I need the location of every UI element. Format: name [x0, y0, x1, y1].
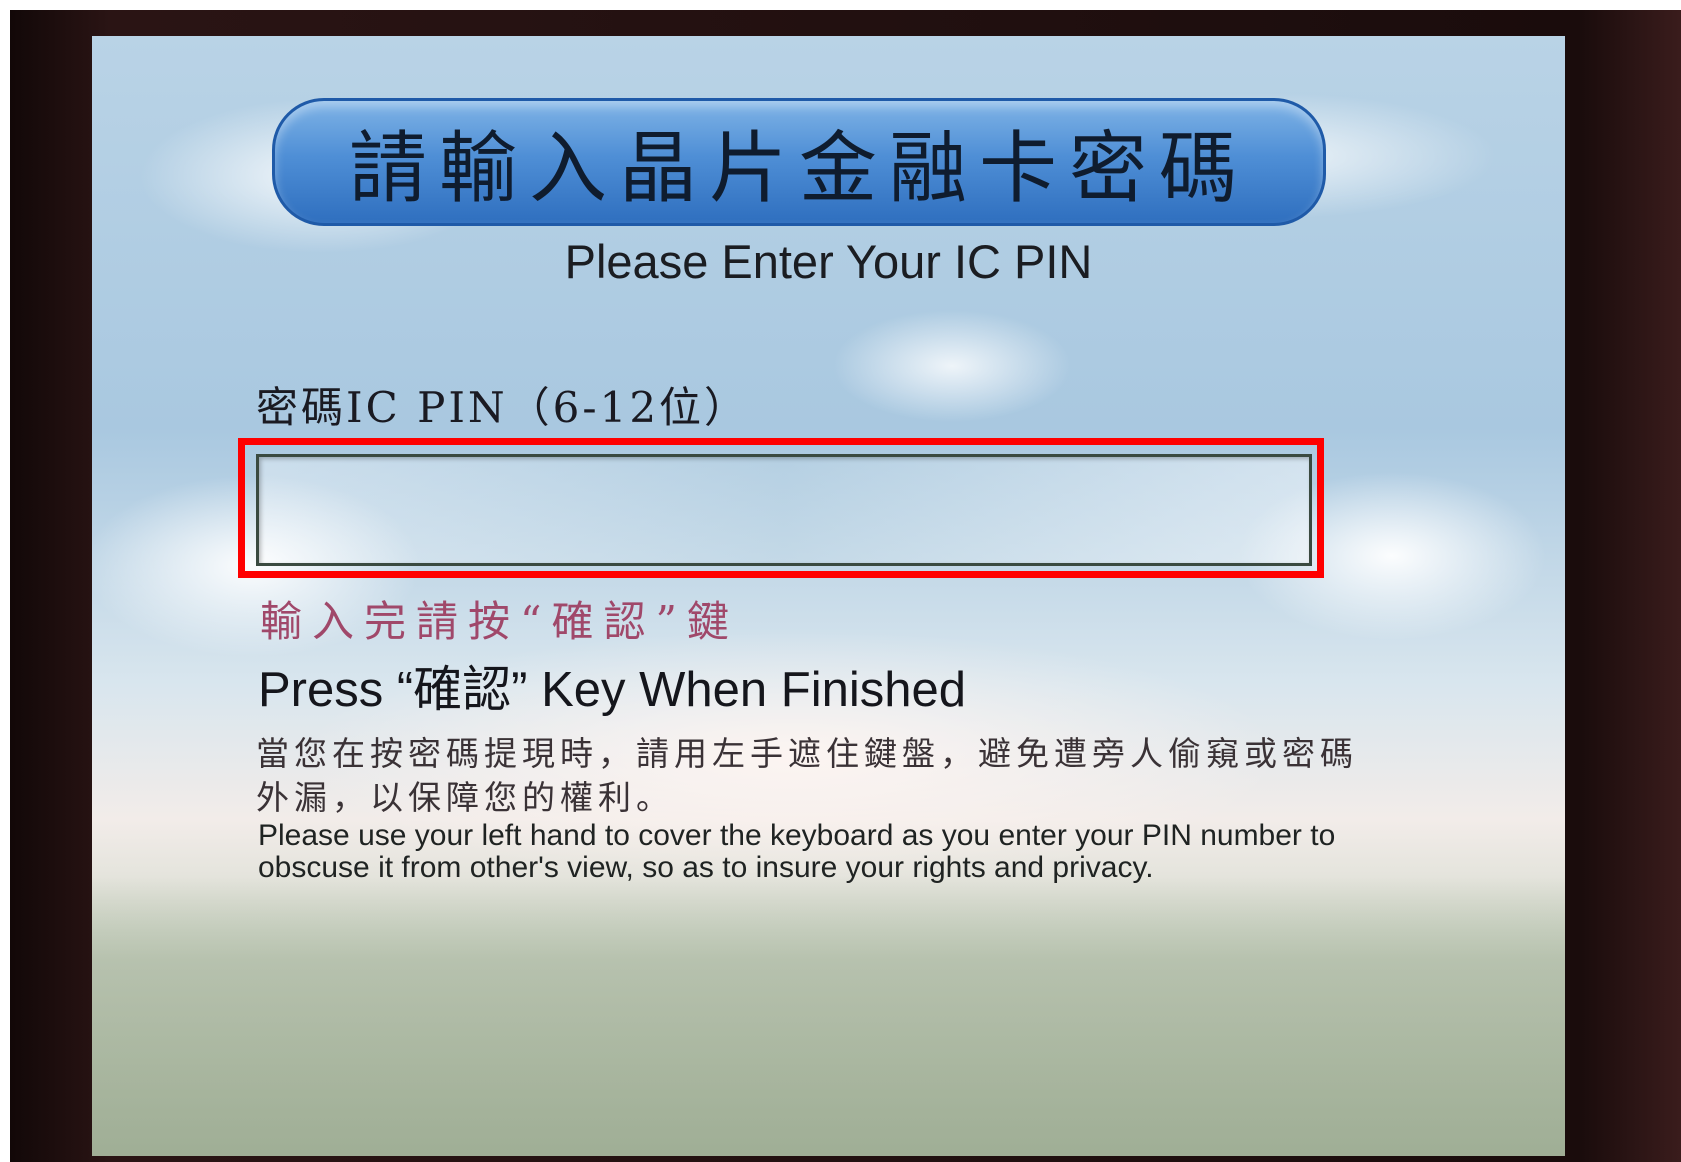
pin-input[interactable]: [256, 454, 1312, 566]
page-title-en: Please Enter Your IC PIN: [564, 235, 1093, 288]
background-grass: [92, 876, 1565, 1156]
title-banner: 請輸入晶片金融卡密碼: [272, 98, 1326, 226]
confirm-hint-zh: 輸入完請按“確認”鍵: [260, 597, 739, 646]
pin-field-label: 密碼IC PIN（6-12位）: [256, 383, 750, 432]
atm-screen: 請輸入晶片金融卡密碼 Please Enter Your IC PIN 密碼IC…: [92, 36, 1565, 1156]
privacy-notice-en: Please use your left hand to cover the k…: [258, 819, 1336, 884]
page-title-zh: 請輸入晶片金融卡密碼: [348, 124, 1249, 214]
confirm-hint-en: Press “確認” Key When Finished: [258, 663, 966, 717]
privacy-notice-zh: 當您在按密碼提現時，請用左手遮住鍵盤，避免遭旁人偷窺或密碼外漏，以保障您的權利。: [256, 734, 1358, 817]
